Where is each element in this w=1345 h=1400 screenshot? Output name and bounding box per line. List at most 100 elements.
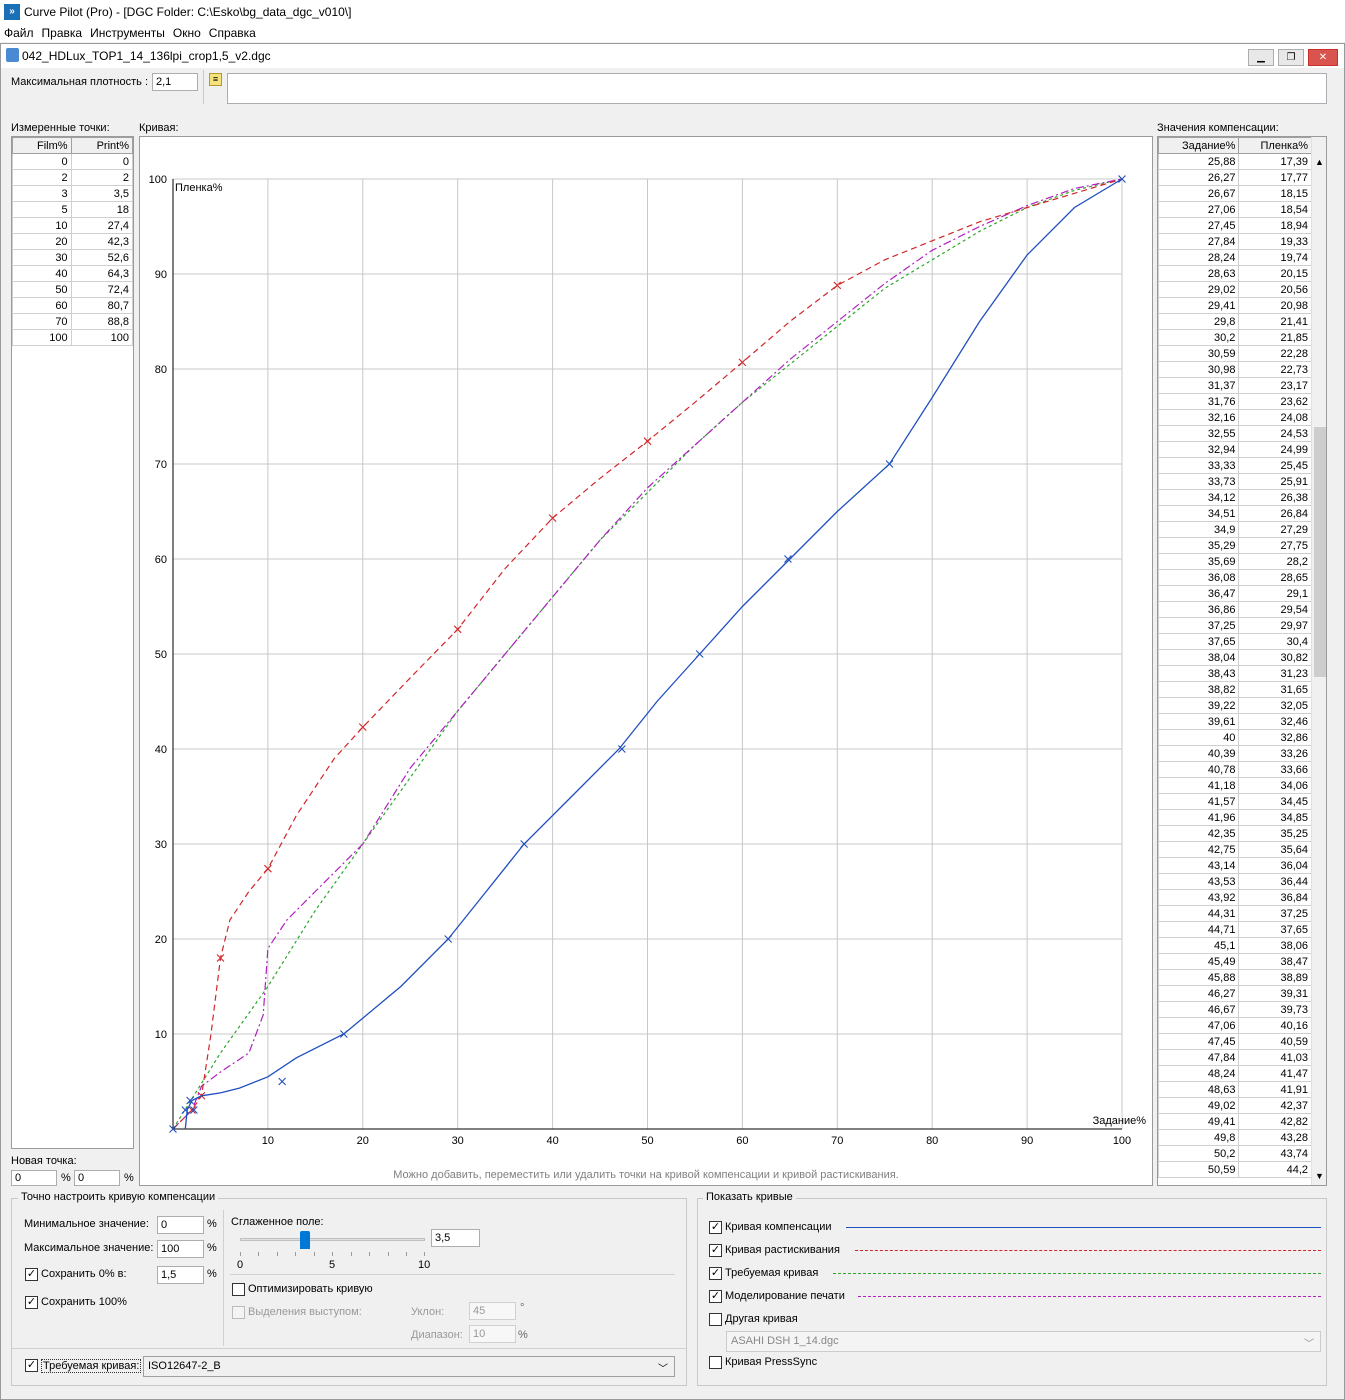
table-row[interactable]: 34,51 26,84 — [1158, 505, 1312, 522]
smooth-slider-thumb[interactable] — [299, 1231, 310, 1249]
film-cell[interactable]: 20 — [12, 233, 72, 250]
col-film[interactable]: Film% — [12, 137, 72, 154]
table-row[interactable]: 32,16 24,08 — [1158, 409, 1312, 426]
close-button[interactable]: ✕ — [1308, 49, 1338, 66]
keep-0-input[interactable] — [157, 1266, 204, 1284]
print-cell[interactable]: 100 — [70, 329, 134, 346]
table-row[interactable]: 22 — [12, 169, 134, 186]
table-row[interactable]: 31,76 23,62 — [1158, 393, 1312, 410]
print-cell[interactable]: 72,4 — [70, 281, 134, 298]
table-row[interactable]: 36,08 28,65 — [1158, 569, 1312, 586]
table-row[interactable]: 40,39 33,26 — [1158, 745, 1312, 762]
print-cell[interactable]: 42,3 — [70, 233, 134, 250]
film-cell[interactable]: 100 — [12, 329, 72, 346]
data-point-marker[interactable] — [278, 1077, 287, 1086]
note-field[interactable] — [227, 73, 1327, 104]
table-row[interactable]: 10 27,4 — [12, 217, 134, 234]
table-row[interactable]: 30,98 22,73 — [1158, 361, 1312, 378]
table-row[interactable]: 39,22 32,05 — [1158, 697, 1312, 714]
print-cell[interactable]: 27,4 — [70, 217, 134, 234]
film-cell[interactable]: 3 — [12, 185, 72, 202]
table-row[interactable]: 44,31 37,25 — [1158, 905, 1312, 922]
print-cell[interactable]: 0 — [70, 153, 134, 170]
table-row[interactable]: 26,67 18,15 — [1158, 185, 1312, 202]
note-icon[interactable]: ≡ — [209, 73, 222, 86]
table-row[interactable]: 44,71 37,65 — [1158, 921, 1312, 938]
table-row[interactable]: 50,2 43,74 — [1158, 1145, 1312, 1162]
table-row[interactable]: 50,59 44,2 — [1158, 1161, 1312, 1178]
table-row[interactable]: 41,18 34,06 — [1158, 777, 1312, 794]
max-density-input[interactable] — [152, 73, 198, 91]
min-value-input[interactable] — [157, 1216, 204, 1234]
table-row[interactable]: 49,41 42,82 — [1158, 1113, 1312, 1130]
show-comp-curve-checkbox[interactable]: ✓ — [709, 1221, 722, 1234]
required-curve-checkbox[interactable]: ✓ — [25, 1359, 38, 1372]
maximize-button[interactable]: ❐ — [1278, 49, 1304, 66]
table-row[interactable]: 35,69 28,2 — [1158, 553, 1312, 570]
keep-100-checkbox[interactable]: ✓ — [25, 1296, 38, 1309]
table-row[interactable]: 42,35 35,25 — [1158, 825, 1312, 842]
table-row[interactable]: 38,04 30,82 — [1158, 649, 1312, 666]
max-value-input[interactable] — [157, 1240, 204, 1258]
table-row[interactable]: 50 72,4 — [12, 281, 134, 298]
table-row[interactable]: 34,9 27,29 — [1158, 521, 1312, 538]
menu-file[interactable]: Файл — [0, 24, 38, 42]
table-row[interactable]: 43,14 36,04 — [1158, 857, 1312, 874]
smooth-slider-track[interactable] — [240, 1238, 425, 1241]
table-row[interactable]: 45,1 38,06 — [1158, 937, 1312, 954]
table-row[interactable]: 31,37 23,17 — [1158, 377, 1312, 394]
table-row[interactable]: 46,27 39,31 — [1158, 985, 1312, 1002]
menu-edit[interactable]: Правка — [38, 24, 87, 42]
table-row[interactable]: 29,02 20,56 — [1158, 281, 1312, 298]
table-row[interactable]: 60 80,7 — [12, 297, 134, 314]
show-other-curve-checkbox[interactable] — [709, 1313, 722, 1326]
scrollbar-thumb[interactable] — [1314, 427, 1326, 677]
new-point-film-input[interactable] — [11, 1170, 57, 1186]
table-row[interactable]: 47,06 40,16 — [1158, 1017, 1312, 1034]
table-row[interactable]: 38,82 31,65 — [1158, 681, 1312, 698]
measured-points-grid[interactable]: Film% Print% 0 0 2 2 3 3,5 5 18 10 27,4 20 42,3 30 52,… — [11, 136, 134, 1149]
menu-help[interactable]: Справка — [205, 24, 260, 42]
film-cell[interactable]: 40 — [12, 265, 72, 282]
table-row[interactable]: 38,43 31,23 — [1158, 665, 1312, 682]
table-row[interactable]: 47,84 41,03 — [1158, 1049, 1312, 1066]
table-row[interactable]: 45,49 38,47 — [1158, 953, 1312, 970]
slope-input[interactable] — [469, 1302, 516, 1320]
required-curve-dropdown[interactable]: ISO12647-2_B ﹀ — [143, 1356, 675, 1377]
table-row[interactable]: 29,8 21,41 — [1158, 313, 1312, 330]
scroll-up-icon[interactable]: ▲ — [1315, 157, 1324, 167]
table-row[interactable]: 35,29 27,75 — [1158, 537, 1312, 554]
show-presssync-checkbox[interactable] — [709, 1356, 722, 1369]
menu-window[interactable]: Окно — [169, 24, 205, 42]
table-row[interactable]: 27,45 18,94 — [1158, 217, 1312, 234]
table-row[interactable]: 48,24 41,47 — [1158, 1065, 1312, 1082]
show-print-sim-checkbox[interactable]: ✓ — [709, 1290, 722, 1303]
table-row[interactable]: 47,45 40,59 — [1158, 1033, 1312, 1050]
col-film[interactable]: Пленка% — [1238, 137, 1312, 154]
table-row[interactable]: 37,65 30,4 — [1158, 633, 1312, 650]
print-cell[interactable]: 18 — [70, 201, 134, 218]
table-row[interactable]: 28,63 20,15 — [1158, 265, 1312, 282]
show-required-curve-checkbox[interactable]: ✓ — [709, 1267, 722, 1280]
print-cell[interactable]: 3,5 — [70, 185, 134, 202]
table-row[interactable]: 43,53 36,44 — [1158, 873, 1312, 890]
table-row[interactable]: 28,24 19,74 — [1158, 249, 1312, 266]
table-row[interactable]: 20 42,3 — [12, 233, 134, 250]
menu-tools[interactable]: Инструменты — [86, 24, 169, 42]
bump-checkbox[interactable] — [232, 1306, 245, 1319]
table-row[interactable]: 70 88,8 — [12, 313, 134, 330]
smooth-value-input[interactable] — [431, 1229, 480, 1247]
table-row[interactable]: 26,27 17,77 — [1158, 169, 1312, 186]
table-row[interactable]: 27,06 18,54 — [1158, 201, 1312, 218]
table-row[interactable]: 49,8 43,28 — [1158, 1129, 1312, 1146]
table-row[interactable]: 33,33 25,45 — [1158, 457, 1312, 474]
table-row[interactable]: 36,47 29,1 — [1158, 585, 1312, 602]
keep-0-checkbox[interactable]: ✓ — [25, 1268, 38, 1281]
film-cell[interactable]: 5 — [12, 201, 72, 218]
print-cell[interactable]: 52,6 — [70, 249, 134, 266]
curve-chart[interactable]: 10 20 30 40 50 60 70 80 90 100 10 20 30 40 50 60 70 80 90 1… — [140, 137, 1152, 1185]
table-row[interactable]: 30 52,6 — [12, 249, 134, 266]
scroll-down-icon[interactable]: ▼ — [1315, 1171, 1324, 1181]
table-row[interactable]: 43,92 36,84 — [1158, 889, 1312, 906]
table-row[interactable]: 30,2 21,85 — [1158, 329, 1312, 346]
